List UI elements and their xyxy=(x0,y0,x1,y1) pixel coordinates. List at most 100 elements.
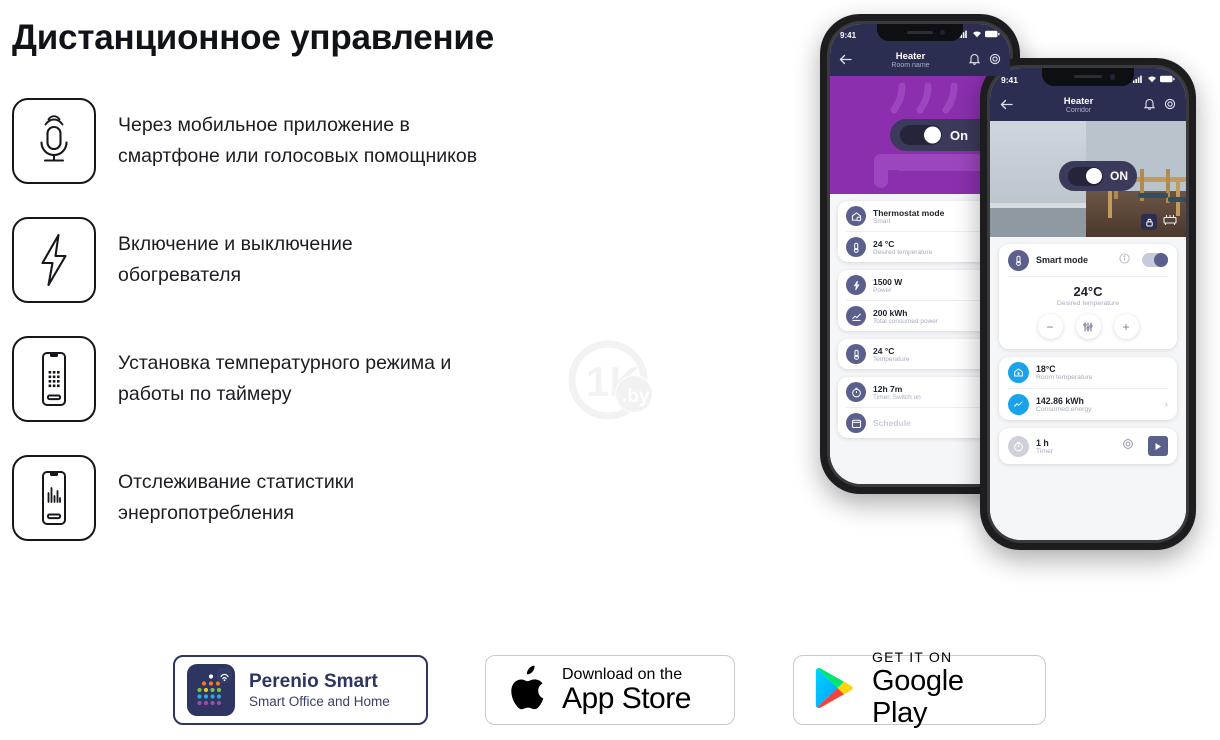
heater-icon[interactable] xyxy=(1162,213,1178,231)
battery-icon xyxy=(1160,75,1175,85)
gear-icon[interactable] xyxy=(1122,437,1134,455)
app-bar: Heater Room name xyxy=(830,46,1010,76)
list-item[interactable]: 1500 W Power xyxy=(846,270,994,300)
row-sub: Smart xyxy=(873,217,891,225)
list-item[interactable]: 200 kWh Total consumed power xyxy=(846,301,994,331)
row-value: 142.86 kWh xyxy=(1036,396,1084,406)
play-icon[interactable] xyxy=(1148,436,1168,456)
feature-line-1: Отслеживание статистики xyxy=(118,471,355,493)
energy-chart-icon xyxy=(1008,394,1029,415)
list-item[interactable]: Schedule xyxy=(846,408,994,438)
feature-item-voice: Через мобильное приложение в смартфоне и… xyxy=(12,98,612,184)
smartphone-keypad-icon xyxy=(12,336,96,422)
google-play-line-1: GET IT ON xyxy=(872,648,953,665)
list-item[interactable]: 24 °C Desired temperature xyxy=(846,232,994,262)
card-thermostat: Thermostat mode Smart 24 °C Desired temp… xyxy=(838,201,1002,262)
lightning-bolt-icon xyxy=(12,217,96,303)
status-time: 9:41 xyxy=(1001,74,1019,85)
phone-notch xyxy=(1042,68,1134,86)
app-bar: Heater Corridor xyxy=(990,91,1186,121)
info-icon[interactable] xyxy=(1119,251,1130,269)
desired-temperature-value: 24°C xyxy=(1073,284,1103,299)
toggle-label: On xyxy=(950,127,969,143)
feature-line-2: обогревателя xyxy=(118,264,242,286)
perenio-app-icon xyxy=(187,664,235,716)
back-button[interactable] xyxy=(839,52,852,70)
slide-root: Дистанционное управление Через мобильное… xyxy=(0,0,1220,740)
app-store-badge[interactable]: Download on the App Store xyxy=(485,655,735,725)
thermostat-mode-icon xyxy=(846,206,866,226)
thermometer-icon xyxy=(1008,249,1029,271)
row-sub: Desired temperature xyxy=(873,248,933,256)
bell-icon[interactable] xyxy=(968,52,981,70)
lock-icon[interactable] xyxy=(1141,214,1157,230)
row-sub: Power xyxy=(873,286,892,294)
google-play-triangle-icon xyxy=(814,665,856,716)
wifi-icon xyxy=(972,30,982,40)
row-sub: Timer xyxy=(1036,447,1054,455)
perenio-badge-subtitle: Smart Office and Home xyxy=(249,694,390,710)
sliders-icon[interactable] xyxy=(1075,314,1101,339)
google-play-line-2: Google Play xyxy=(872,665,964,730)
temperature-decrease-button[interactable]: − xyxy=(1037,314,1063,339)
row-value: 12h 7m xyxy=(873,383,903,394)
desired-temperature-caption: Desired temperature xyxy=(1057,300,1119,307)
row-sub: Consumed energy xyxy=(1036,406,1092,413)
schedule-icon xyxy=(846,413,866,433)
timer-row[interactable]: 1 h Timer xyxy=(1008,428,1168,464)
toggle-label: ON xyxy=(1110,169,1128,183)
feature-line-1: Через мобильное приложение в xyxy=(118,114,410,136)
app-store-line-1: Download on the xyxy=(562,665,683,683)
row-sub: Room temperature xyxy=(1036,374,1093,381)
phone-mockups: 9:41 Heater Room name On Thermostat mode… xyxy=(812,0,1220,580)
consumed-power-icon xyxy=(846,306,866,326)
row-value: 1 h xyxy=(1036,437,1049,448)
temperature-increase-button[interactable]: + xyxy=(1113,314,1139,339)
phone-front: 9:41 Heater Corridor ON Smart mode 24°C … xyxy=(980,58,1196,550)
bell-icon[interactable] xyxy=(1143,97,1156,115)
list-item[interactable]: 142.86 kWh Consumed energy › xyxy=(1008,389,1168,420)
row-sub: Total consumed power xyxy=(873,317,939,325)
desired-temperature-icon xyxy=(846,237,866,257)
timer-icon xyxy=(1008,435,1029,457)
chevron-right-icon[interactable]: › xyxy=(1165,399,1168,410)
room-name: Room name xyxy=(891,62,930,70)
row-value: 1500 W xyxy=(873,276,903,287)
row-value: Thermostat mode xyxy=(873,207,945,218)
app-bar-title: Heater Corridor xyxy=(1064,96,1094,116)
gear-icon[interactable] xyxy=(1164,97,1176,115)
power-toggle[interactable]: ON xyxy=(1059,161,1137,191)
feature-line-2: смартфоне или голосовых помощников xyxy=(118,145,478,167)
row-value: 18°C xyxy=(1036,364,1056,374)
card-timer: 12h 7m Timer, Switch on Schedule xyxy=(838,377,1002,438)
room-name: Corridor xyxy=(1065,107,1092,115)
perenio-badge-title: Perenio Smart xyxy=(249,670,378,692)
hero-room-photo: ON xyxy=(990,121,1186,237)
apple-logo-icon xyxy=(508,665,546,716)
row-value: 24 °C xyxy=(873,345,895,356)
list-item[interactable]: 24 °C Temperature xyxy=(846,339,994,369)
back-button[interactable] xyxy=(1000,97,1013,115)
svg-text:.by: .by xyxy=(622,386,650,407)
list-item[interactable]: 12h 7m Timer, Switch on xyxy=(846,377,994,407)
perenio-smart-badge[interactable]: Perenio Smart Smart Office and Home xyxy=(173,655,428,725)
content-area: Smart mode 24°C Desired temperature − + … xyxy=(990,237,1186,540)
timer-icon xyxy=(846,382,866,402)
feature-item-statistics: Отслеживание статистики энергопотреблени… xyxy=(12,455,612,541)
app-bar-title: Heater Room name xyxy=(891,51,930,71)
home-temperature-icon xyxy=(1008,362,1029,383)
smart-mode-toggle[interactable] xyxy=(1142,253,1168,267)
feature-list: Через мобильное приложение в смартфоне и… xyxy=(12,98,612,574)
row-value: 24 °C xyxy=(873,238,895,249)
phone-notch xyxy=(877,24,963,41)
app-store-line-2: App Store xyxy=(562,681,691,715)
feature-text: Через мобильное приложение в смартфоне и… xyxy=(118,98,477,172)
feature-line-1: Включение и выключение xyxy=(118,233,353,255)
list-item[interactable]: 18°C Room temperature xyxy=(1008,357,1168,388)
battery-icon xyxy=(985,30,1000,40)
smartphone-chart-icon xyxy=(12,455,96,541)
list-item[interactable]: Thermostat mode Smart xyxy=(846,201,994,231)
card-smart-mode: Smart mode 24°C Desired temperature − + xyxy=(999,244,1177,349)
smart-mode-row[interactable]: Smart mode xyxy=(1008,244,1168,276)
google-play-badge[interactable]: GET IT ON Google Play xyxy=(793,649,1046,729)
